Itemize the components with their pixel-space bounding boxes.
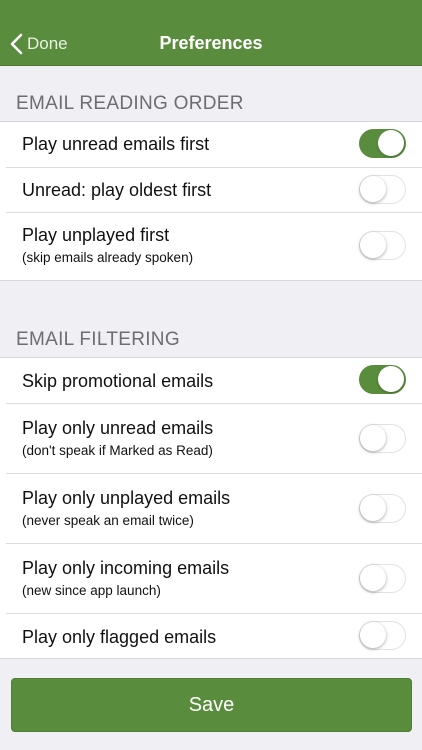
row-label: Play only unplayed emails xyxy=(22,488,231,508)
toggle-knob xyxy=(360,232,386,258)
toggle-knob xyxy=(360,495,386,521)
row-label: Unread: play oldest first xyxy=(22,180,212,200)
row-label: Play unread emails first xyxy=(22,134,210,154)
row-sublabel: (new since app launch) xyxy=(22,583,161,598)
toggle-only-flagged[interactable] xyxy=(359,621,406,650)
page-title: Preferences xyxy=(159,33,263,53)
filtering-group: Skip promotional emails Play only unread… xyxy=(0,357,422,659)
reading-order-group: Play unread emails first Unread: play ol… xyxy=(0,121,422,281)
row-only-unread: Play only unread emails (don't speak if … xyxy=(0,403,422,473)
save-button[interactable]: Save xyxy=(11,678,412,732)
toggle-skip-promotional[interactable] xyxy=(359,365,406,394)
row-only-unplayed: Play only unplayed emails (never speak a… xyxy=(0,473,422,543)
row-play-unread-first: Play unread emails first xyxy=(0,122,422,167)
toggle-unread-oldest-first[interactable] xyxy=(359,175,406,204)
toggle-only-unplayed[interactable] xyxy=(359,494,406,523)
row-only-incoming: Play only incoming emails (new since app… xyxy=(0,543,422,613)
row-unread-oldest-first: Unread: play oldest first xyxy=(0,167,422,212)
toggle-knob xyxy=(360,425,386,451)
toggle-only-unread[interactable] xyxy=(359,424,406,453)
row-label: Play unplayed first xyxy=(22,225,170,245)
toggle-knob xyxy=(378,366,404,392)
row-label: Play only flagged emails xyxy=(22,627,217,647)
save-button-label: Save xyxy=(188,693,235,716)
section-header-reading-order: EMAIL READING ORDER xyxy=(16,93,244,114)
toggle-knob xyxy=(378,130,404,156)
row-label: Play only unread emails xyxy=(22,418,214,438)
toggle-knob xyxy=(360,622,386,648)
row-skip-promotional: Skip promotional emails xyxy=(0,358,422,403)
row-sublabel: (don't speak if Marked as Read) xyxy=(22,443,213,458)
row-sublabel: (skip emails already spoken) xyxy=(22,250,194,265)
row-only-flagged: Play only flagged emails xyxy=(0,613,422,658)
row-sublabel: (never speak an email twice) xyxy=(22,513,194,528)
navigation-bar: Done Preferences xyxy=(0,0,422,66)
toggle-play-unread-first[interactable] xyxy=(359,129,406,158)
row-label: Skip promotional emails xyxy=(22,371,214,391)
toggle-only-incoming[interactable] xyxy=(359,564,406,593)
row-label: Play only incoming emails xyxy=(22,558,230,578)
section-header-filtering: EMAIL FILTERING xyxy=(16,329,180,350)
toggle-knob xyxy=(360,176,386,202)
toggle-play-unplayed-first[interactable] xyxy=(359,231,406,260)
toggle-knob xyxy=(360,565,386,591)
row-play-unplayed-first: Play unplayed first (skip emails already… xyxy=(0,212,422,280)
